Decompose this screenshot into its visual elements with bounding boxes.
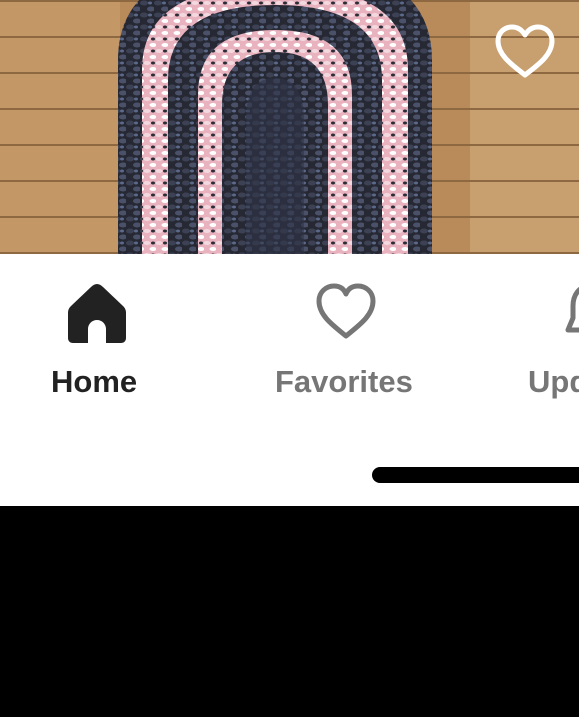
bottom-tab-bar: Home Favorites Upd: [0, 254, 579, 506]
home-icon: [66, 282, 128, 349]
product-image[interactable]: [0, 0, 579, 254]
tab-favorites-label: Favorites: [275, 364, 413, 399]
bell-icon: [565, 282, 579, 347]
tab-updates-label: Upd: [528, 364, 579, 399]
heart-outline-icon: [492, 22, 558, 80]
home-indicator: [372, 467, 579, 483]
tab-home[interactable]: Home: [0, 254, 195, 414]
tab-updates[interactable]: Upd: [520, 254, 579, 414]
tab-favorites[interactable]: Favorites: [265, 254, 430, 414]
heart-outline-icon: [315, 282, 377, 345]
favorite-button[interactable]: [492, 22, 558, 80]
tab-home-label: Home: [51, 364, 138, 399]
screen-bottom-area: [0, 506, 579, 717]
